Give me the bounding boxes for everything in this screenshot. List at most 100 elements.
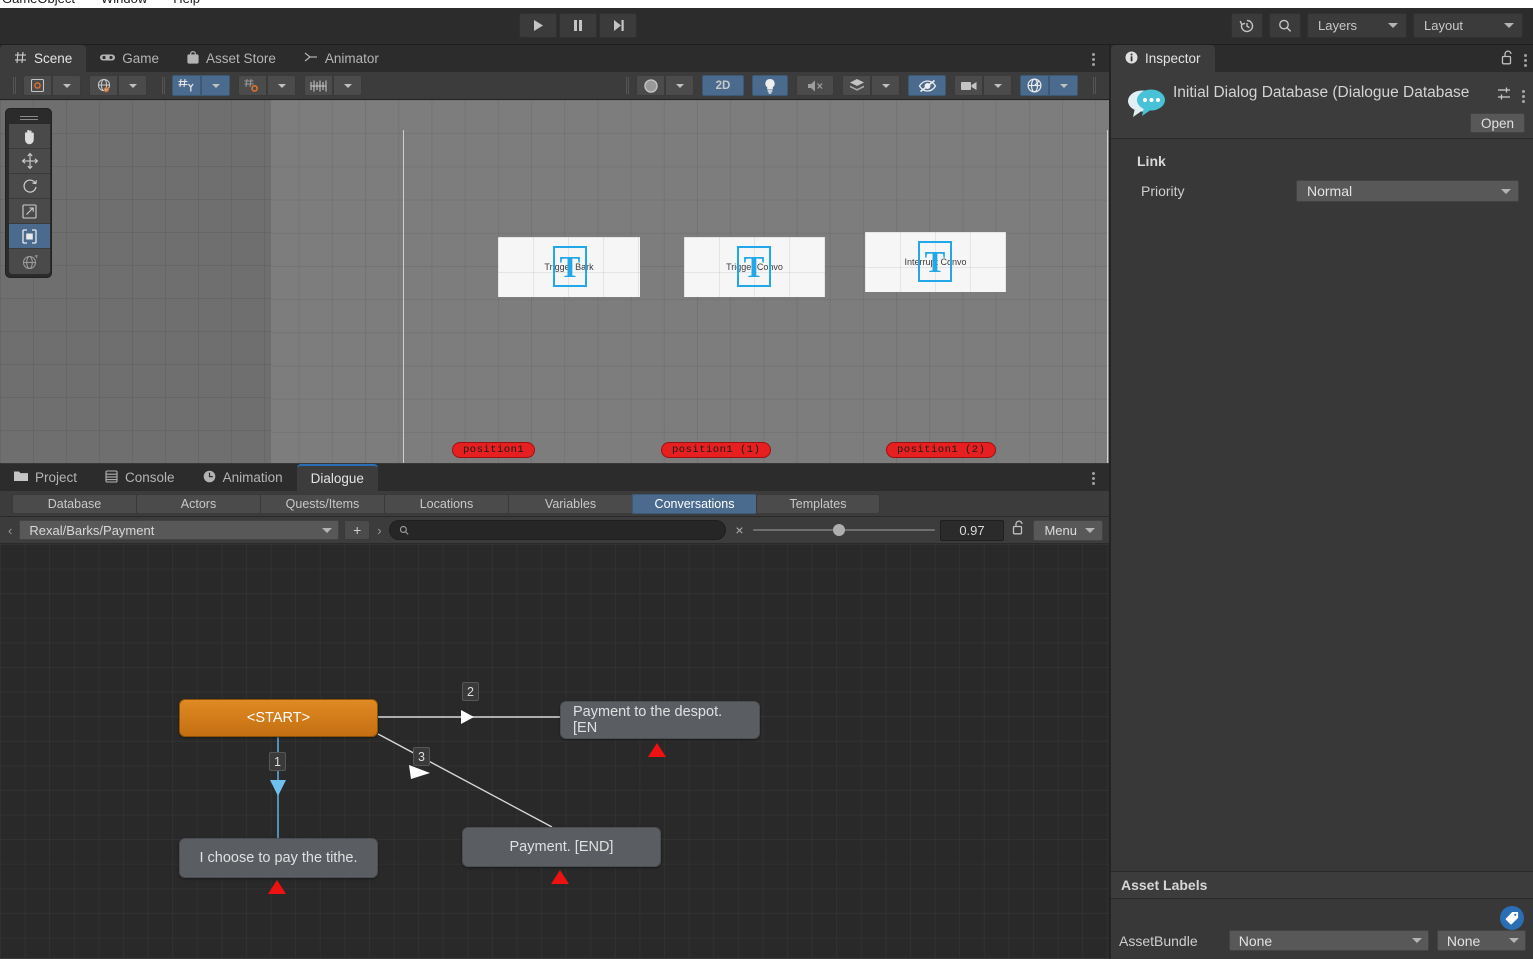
grid-snap-icon[interactable] <box>238 75 267 96</box>
tab-game[interactable]: Game <box>86 45 173 72</box>
search-icon[interactable] <box>1269 13 1301 38</box>
fx-dropdown[interactable] <box>871 75 900 96</box>
kebab-menu-icon[interactable] <box>1524 53 1527 67</box>
search-input[interactable] <box>414 523 717 537</box>
scene-position-label[interactable]: position1 (1) <box>661 442 772 458</box>
menu-dropdown[interactable]: Menu <box>1033 519 1103 541</box>
global-handle-icon[interactable] <box>89 75 118 96</box>
tab-inspector[interactable]: Inspector <box>1111 45 1215 72</box>
dialogue-graph-canvas[interactable]: <START> Payment to the despot. [EN I cho… <box>0 544 1109 958</box>
graph-link-number[interactable]: 3 <box>413 747 430 766</box>
assetbundle-variant-dropdown[interactable]: None <box>1436 930 1526 951</box>
os-menu-item-window[interactable]: Window <box>101 0 147 6</box>
menu-dropdown-label: Menu <box>1044 522 1077 538</box>
handle-space-dropdown[interactable] <box>118 75 147 96</box>
grid-axis-y-icon[interactable] <box>172 75 201 96</box>
os-menu-item-help[interactable]: Help <box>173 0 200 6</box>
pivot-center-icon[interactable] <box>23 75 52 96</box>
pause-button[interactable] <box>559 13 597 38</box>
transform-tool[interactable] <box>9 249 50 274</box>
shading-dropdown[interactable] <box>665 75 694 96</box>
audio-mute-icon[interactable] <box>796 75 834 96</box>
fx-icon[interactable] <box>842 75 871 96</box>
subtab-variables[interactable]: Variables <box>508 493 632 514</box>
graph-node-i-choose-to-pay-the-tithe[interactable]: I choose to pay the tithe. <box>179 838 378 878</box>
tool-palette-drag-handle[interactable] <box>9 112 48 124</box>
scene-tab-bar: Scene Game Asset Store Animator <box>0 45 1109 72</box>
camera-dropdown[interactable] <box>983 75 1012 96</box>
ruler-icon[interactable] <box>304 75 333 96</box>
2d-toggle-button[interactable]: 2D <box>702 75 744 96</box>
grid-snap-dropdown[interactable] <box>267 75 296 96</box>
search-input-wrapper[interactable] <box>388 520 727 540</box>
gizmos-icon[interactable] <box>1020 75 1049 96</box>
back-chevron-icon[interactable]: ‹ <box>6 523 14 538</box>
gizmos-dropdown[interactable] <box>1049 75 1078 96</box>
graph-link-number[interactable]: 2 <box>462 682 479 701</box>
scene-position-label[interactable]: position1 (2) <box>886 442 997 458</box>
lock-open-icon[interactable] <box>1501 50 1514 70</box>
tab-project[interactable]: Project <box>0 464 91 491</box>
graph-node-payment-to-despot[interactable]: Payment to the despot. [EN <box>560 701 760 739</box>
subtab-locations[interactable]: Locations <box>384 493 508 514</box>
rect-tool[interactable] <box>9 224 50 249</box>
zoom-value-field[interactable]: 0.97 <box>939 519 1005 541</box>
step-button[interactable] <box>599 13 637 38</box>
inspector-body: Link Priority Normal <box>1111 139 1533 202</box>
layout-dropdown[interactable]: Layout <box>1413 13 1523 38</box>
graph-link-number[interactable]: 1 <box>269 752 286 771</box>
kebab-menu-icon[interactable] <box>1522 89 1525 103</box>
clock-icon <box>203 470 216 486</box>
tag-icon[interactable] <box>1500 906 1524 930</box>
tab-animator[interactable]: Animator <box>290 45 393 72</box>
graph-node-payment-end[interactable]: Payment. [END] <box>462 827 661 867</box>
tab-animation[interactable]: Animation <box>189 464 297 491</box>
clear-search-icon[interactable]: × <box>731 522 747 538</box>
os-menu-item-gameobject[interactable]: GameObject <box>2 0 75 6</box>
zoom-slider[interactable] <box>752 520 935 540</box>
shaded-icon[interactable] <box>636 75 665 96</box>
light-icon[interactable] <box>752 75 788 96</box>
hand-tool[interactable] <box>9 124 50 149</box>
scale-tool[interactable] <box>9 199 50 224</box>
open-button[interactable]: Open <box>1469 113 1525 133</box>
assetbundle-dropdown[interactable]: None <box>1228 930 1429 951</box>
dialogue-panel-menu-icon[interactable] <box>1085 468 1101 488</box>
subtab-templates[interactable]: Templates <box>756 493 880 514</box>
tab-dialogue-label: Dialogue <box>310 471 364 486</box>
unlock-icon[interactable] <box>1009 520 1028 540</box>
grid-icon <box>14 51 27 67</box>
tab-dialogue[interactable]: Dialogue <box>296 464 378 491</box>
forward-chevron-icon[interactable]: › <box>375 523 383 538</box>
rotate-tool[interactable] <box>9 174 50 199</box>
tab-asset-store[interactable]: Asset Store <box>173 45 290 72</box>
grid-snap-group <box>238 75 296 96</box>
ruler-dropdown[interactable] <box>333 75 362 96</box>
subtab-actors[interactable]: Actors <box>136 493 260 514</box>
add-conversation-button[interactable]: + <box>344 520 371 540</box>
layers-dropdown[interactable]: Layers <box>1307 13 1407 38</box>
subtab-database[interactable]: Database <box>12 493 136 514</box>
pivot-dropdown[interactable] <box>52 75 81 96</box>
priority-dropdown[interactable]: Normal <box>1296 180 1519 202</box>
scene-view-canvas[interactable]: Trigger Bark T Trigger Convo T Interrupt… <box>0 100 1109 463</box>
os-menu-bar: GameObject Window Help <box>0 0 1533 8</box>
conversation-dropdown[interactable]: Rexal/Barks/Payment <box>19 520 340 540</box>
graph-node-start[interactable]: <START> <box>179 699 378 737</box>
priority-row: Priority Normal <box>1111 180 1533 202</box>
history-icon[interactable] <box>1231 13 1263 38</box>
subtab-quests-items[interactable]: Quests/Items <box>260 493 384 514</box>
tab-console[interactable]: Console <box>91 464 189 491</box>
zoom-slider-knob[interactable] <box>832 524 845 536</box>
camera-icon[interactable] <box>954 75 983 96</box>
scene-panel-menu-icon[interactable] <box>1085 49 1101 69</box>
grid-axis-dropdown[interactable] <box>201 75 230 96</box>
play-button[interactable] <box>519 13 557 38</box>
move-tool[interactable] <box>9 149 50 174</box>
subtab-conversations[interactable]: Conversations <box>632 493 756 514</box>
visibility-off-icon[interactable] <box>908 75 946 96</box>
preset-icon[interactable] <box>1497 86 1512 106</box>
inspector-tab-bar: Inspector <box>1111 45 1533 72</box>
scene-position-label[interactable]: position1 <box>452 442 536 458</box>
tab-scene[interactable]: Scene <box>0 45 87 72</box>
